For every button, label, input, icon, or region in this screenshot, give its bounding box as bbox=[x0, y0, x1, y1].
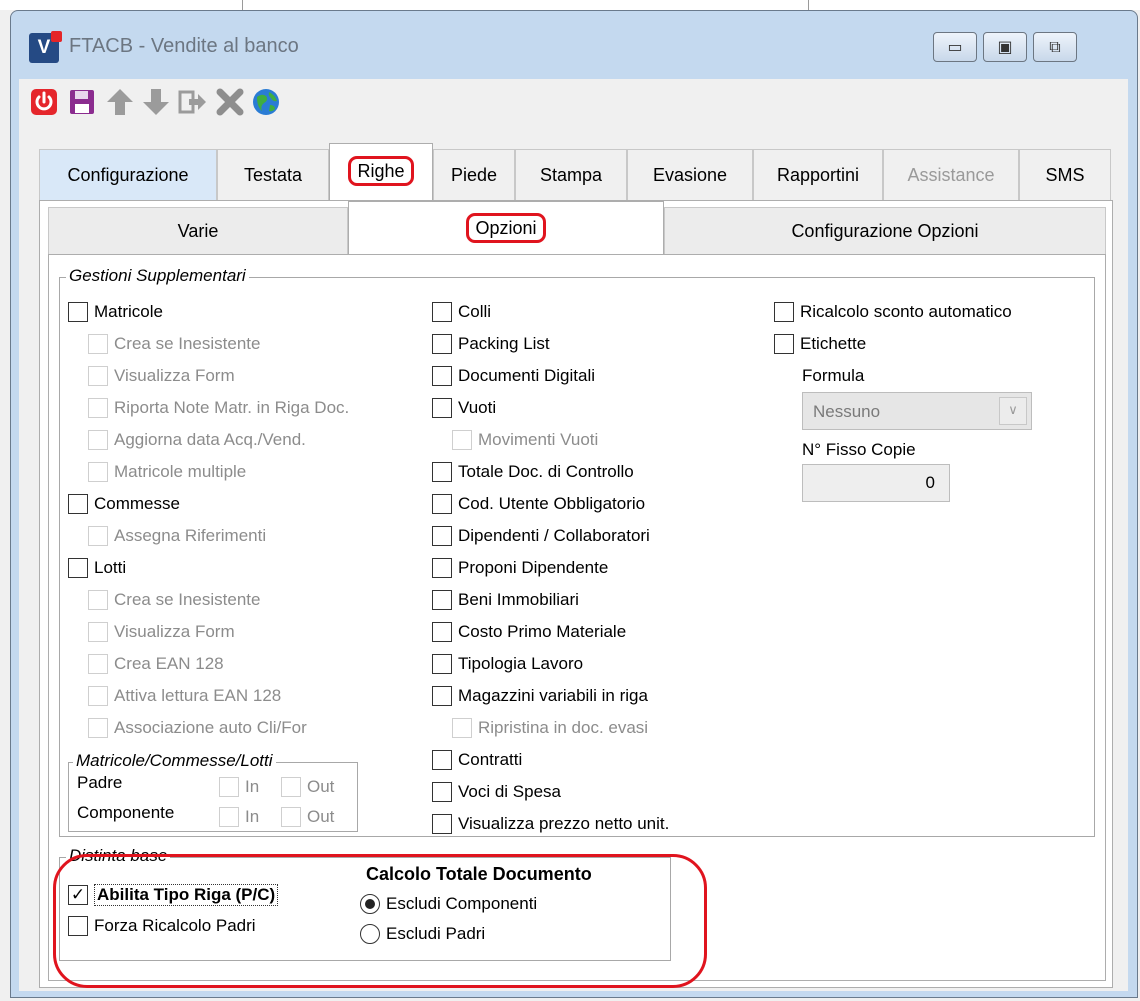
checkbox-dipendenti-collaboratori[interactable]: Dipendenti / Collaboratori bbox=[432, 526, 650, 546]
window-title: FTACB - Vendite al banco bbox=[69, 35, 299, 57]
client-area: Configurazione Testata Righe Piede Stamp… bbox=[19, 79, 1128, 991]
checkbox-etichette[interactable]: Etichette bbox=[774, 334, 866, 354]
formula-label: Formula bbox=[802, 366, 865, 385]
tab-righe[interactable]: Righe bbox=[329, 143, 433, 203]
checkbox-forza-ricalcolo-padri[interactable]: Forza Ricalcolo Padri bbox=[68, 916, 256, 936]
delete-icon[interactable] bbox=[215, 87, 245, 117]
checkbox-commesse[interactable]: Commesse bbox=[68, 494, 180, 514]
tab-righe-label: Righe bbox=[348, 156, 414, 186]
tab-piede[interactable]: Piede bbox=[433, 149, 515, 201]
tab-assistance[interactable]: Assistance bbox=[883, 149, 1019, 201]
componente-label: Componente bbox=[77, 803, 175, 822]
checkbox-padre-in[interactable]: In bbox=[219, 777, 259, 797]
checkbox-matricole-crea-se-inesistente[interactable]: Crea se Inesistente bbox=[88, 334, 260, 354]
checkbox-componente-out[interactable]: Out bbox=[281, 807, 334, 827]
main-tabs: Configurazione Testata Righe Piede Stamp… bbox=[39, 143, 1111, 203]
checkbox-lotti-crea-se-inesistente[interactable]: Crea se Inesistente bbox=[88, 590, 260, 610]
checkbox-riporta-note-matr[interactable]: Riporta Note Matr. in Riga Doc. bbox=[88, 398, 349, 418]
power-icon[interactable] bbox=[29, 87, 59, 117]
checkbox-costo-primo-materiale[interactable]: Costo Primo Materiale bbox=[432, 622, 626, 642]
checkbox-ripristina-doc-evasi[interactable]: Ripristina in doc. evasi bbox=[452, 718, 648, 738]
sub-tabs: Varie Opzioni Configurazione Opzioni bbox=[48, 201, 1106, 257]
strip-tick bbox=[242, 0, 243, 10]
calcolo-title: Calcolo Totale Documento bbox=[366, 864, 592, 884]
checkbox-crea-ean-128[interactable]: Crea EAN 128 bbox=[88, 654, 224, 674]
gestioni-legend: Gestioni Supplementari bbox=[66, 266, 249, 286]
mcl-legend: Matricole/Commesse/Lotti bbox=[73, 751, 276, 771]
checkbox-attiva-lettura-ean-128[interactable]: Attiva lettura EAN 128 bbox=[88, 686, 281, 706]
tab-configurazione[interactable]: Configurazione bbox=[39, 149, 217, 201]
checkbox-proponi-dipendente[interactable]: Proponi Dipendente bbox=[432, 558, 608, 578]
app-logo-icon: V bbox=[29, 31, 62, 63]
checkbox-packing-list[interactable]: Packing List bbox=[432, 334, 550, 354]
checkbox-padre-out[interactable]: Out bbox=[281, 777, 334, 797]
app-window: V FTACB - Vendite al banco ▭ ▣ ⧉ Configu… bbox=[10, 10, 1138, 998]
checkbox-matricole[interactable]: Matricole bbox=[68, 302, 163, 322]
subtab-opzioni-label: Opzioni bbox=[466, 213, 546, 243]
checkbox-lotti[interactable]: Lotti bbox=[68, 558, 126, 578]
checkbox-matricole-visualizza-form[interactable]: Visualizza Form bbox=[88, 366, 235, 386]
checkbox-aggiorna-data[interactable]: Aggiorna data Acq./Vend. bbox=[88, 430, 306, 450]
subtab-opzioni[interactable]: Opzioni bbox=[348, 201, 664, 257]
checkbox-documenti-digitali[interactable]: Documenti Digitali bbox=[432, 366, 595, 386]
formula-value: Nessuno bbox=[813, 402, 881, 421]
mcl-group: Matricole/Commesse/Lotti Padre In Out Co… bbox=[68, 751, 358, 832]
close-button[interactable]: ⧉ bbox=[1033, 32, 1077, 62]
maximize-button[interactable]: ▣ bbox=[983, 32, 1027, 62]
checkbox-colli[interactable]: Colli bbox=[432, 302, 491, 322]
title-bar[interactable]: V FTACB - Vendite al banco ▭ ▣ ⧉ bbox=[11, 11, 1137, 75]
subtab-varie[interactable]: Varie bbox=[48, 207, 348, 255]
checkbox-vuoti[interactable]: Vuoti bbox=[432, 398, 496, 418]
tab-stampa[interactable]: Stampa bbox=[515, 149, 627, 201]
save-icon[interactable] bbox=[67, 87, 97, 117]
globe-icon[interactable] bbox=[251, 87, 281, 117]
checkbox-componente-in[interactable]: In bbox=[219, 807, 259, 827]
checkbox-ricalcolo-sconto[interactable]: Ricalcolo sconto automatico bbox=[774, 302, 1012, 322]
tab-evasione[interactable]: Evasione bbox=[627, 149, 753, 201]
checkbox-assegna-riferimenti[interactable]: Assegna Riferimenti bbox=[88, 526, 266, 546]
checkbox-voci-di-spesa[interactable]: Voci di Spesa bbox=[432, 782, 561, 802]
tab-sms[interactable]: SMS bbox=[1019, 149, 1111, 201]
checkbox-associazione-auto[interactable]: Associazione auto Cli/For bbox=[88, 718, 307, 738]
checkbox-magazzini-variabili[interactable]: Magazzini variabili in riga bbox=[432, 686, 648, 706]
checkmark-icon: ✓ bbox=[68, 885, 88, 905]
padre-label: Padre bbox=[77, 773, 123, 792]
formula-select[interactable]: Nessuno ∨ bbox=[802, 392, 1032, 430]
checkbox-matricole-multiple[interactable]: Matricole multiple bbox=[88, 462, 246, 482]
checkbox-cod-utente-obbligatorio[interactable]: Cod. Utente Obbligatorio bbox=[432, 494, 645, 514]
distinta-base-group: Distinta base ✓ Abilita Tipo Riga (P/C) … bbox=[59, 846, 671, 961]
checkbox-visualizza-prezzo-netto[interactable]: Visualizza prezzo netto unit. bbox=[432, 814, 669, 834]
gestioni-supplementari-group: Gestioni Supplementari Matricole Crea se… bbox=[59, 266, 1095, 837]
copie-input[interactable]: 0 bbox=[802, 464, 950, 502]
strip-tick bbox=[808, 0, 809, 10]
checkbox-beni-immobiliari[interactable]: Beni Immobiliari bbox=[432, 590, 579, 610]
checkbox-totale-doc-controllo[interactable]: Totale Doc. di Controllo bbox=[432, 462, 634, 482]
checkbox-movimenti-vuoti[interactable]: Movimenti Vuoti bbox=[452, 430, 598, 450]
radio-escludi-padri[interactable]: Escludi Padri bbox=[360, 924, 485, 944]
arrow-up-icon[interactable] bbox=[105, 87, 135, 117]
distinta-legend: Distinta base bbox=[66, 846, 171, 866]
checkbox-tipologia-lavoro[interactable]: Tipologia Lavoro bbox=[432, 654, 583, 674]
exit-doc-icon[interactable] bbox=[177, 87, 207, 117]
top-strip bbox=[0, 0, 1140, 10]
radio-escludi-componenti[interactable]: Escludi Componenti bbox=[360, 894, 537, 914]
tab-rapportini[interactable]: Rapportini bbox=[753, 149, 883, 201]
options-panel: Gestioni Supplementari Matricole Crea se… bbox=[48, 254, 1106, 981]
minimize-button[interactable]: ▭ bbox=[933, 32, 977, 62]
checkbox-contratti[interactable]: Contratti bbox=[432, 750, 522, 770]
copie-label: N° Fisso Copie bbox=[802, 440, 916, 459]
arrow-down-icon[interactable] bbox=[141, 87, 171, 117]
tab-panel-righe: Varie Opzioni Configurazione Opzioni Ges… bbox=[39, 200, 1113, 988]
subtab-configurazione-opzioni[interactable]: Configurazione Opzioni bbox=[664, 207, 1106, 255]
chevron-down-icon: ∨ bbox=[999, 397, 1027, 425]
tab-testata[interactable]: Testata bbox=[217, 149, 329, 201]
checkbox-abilita-tipo-riga[interactable]: ✓ Abilita Tipo Riga (P/C) bbox=[68, 884, 279, 906]
checkbox-lotti-visualizza-form[interactable]: Visualizza Form bbox=[88, 622, 235, 642]
